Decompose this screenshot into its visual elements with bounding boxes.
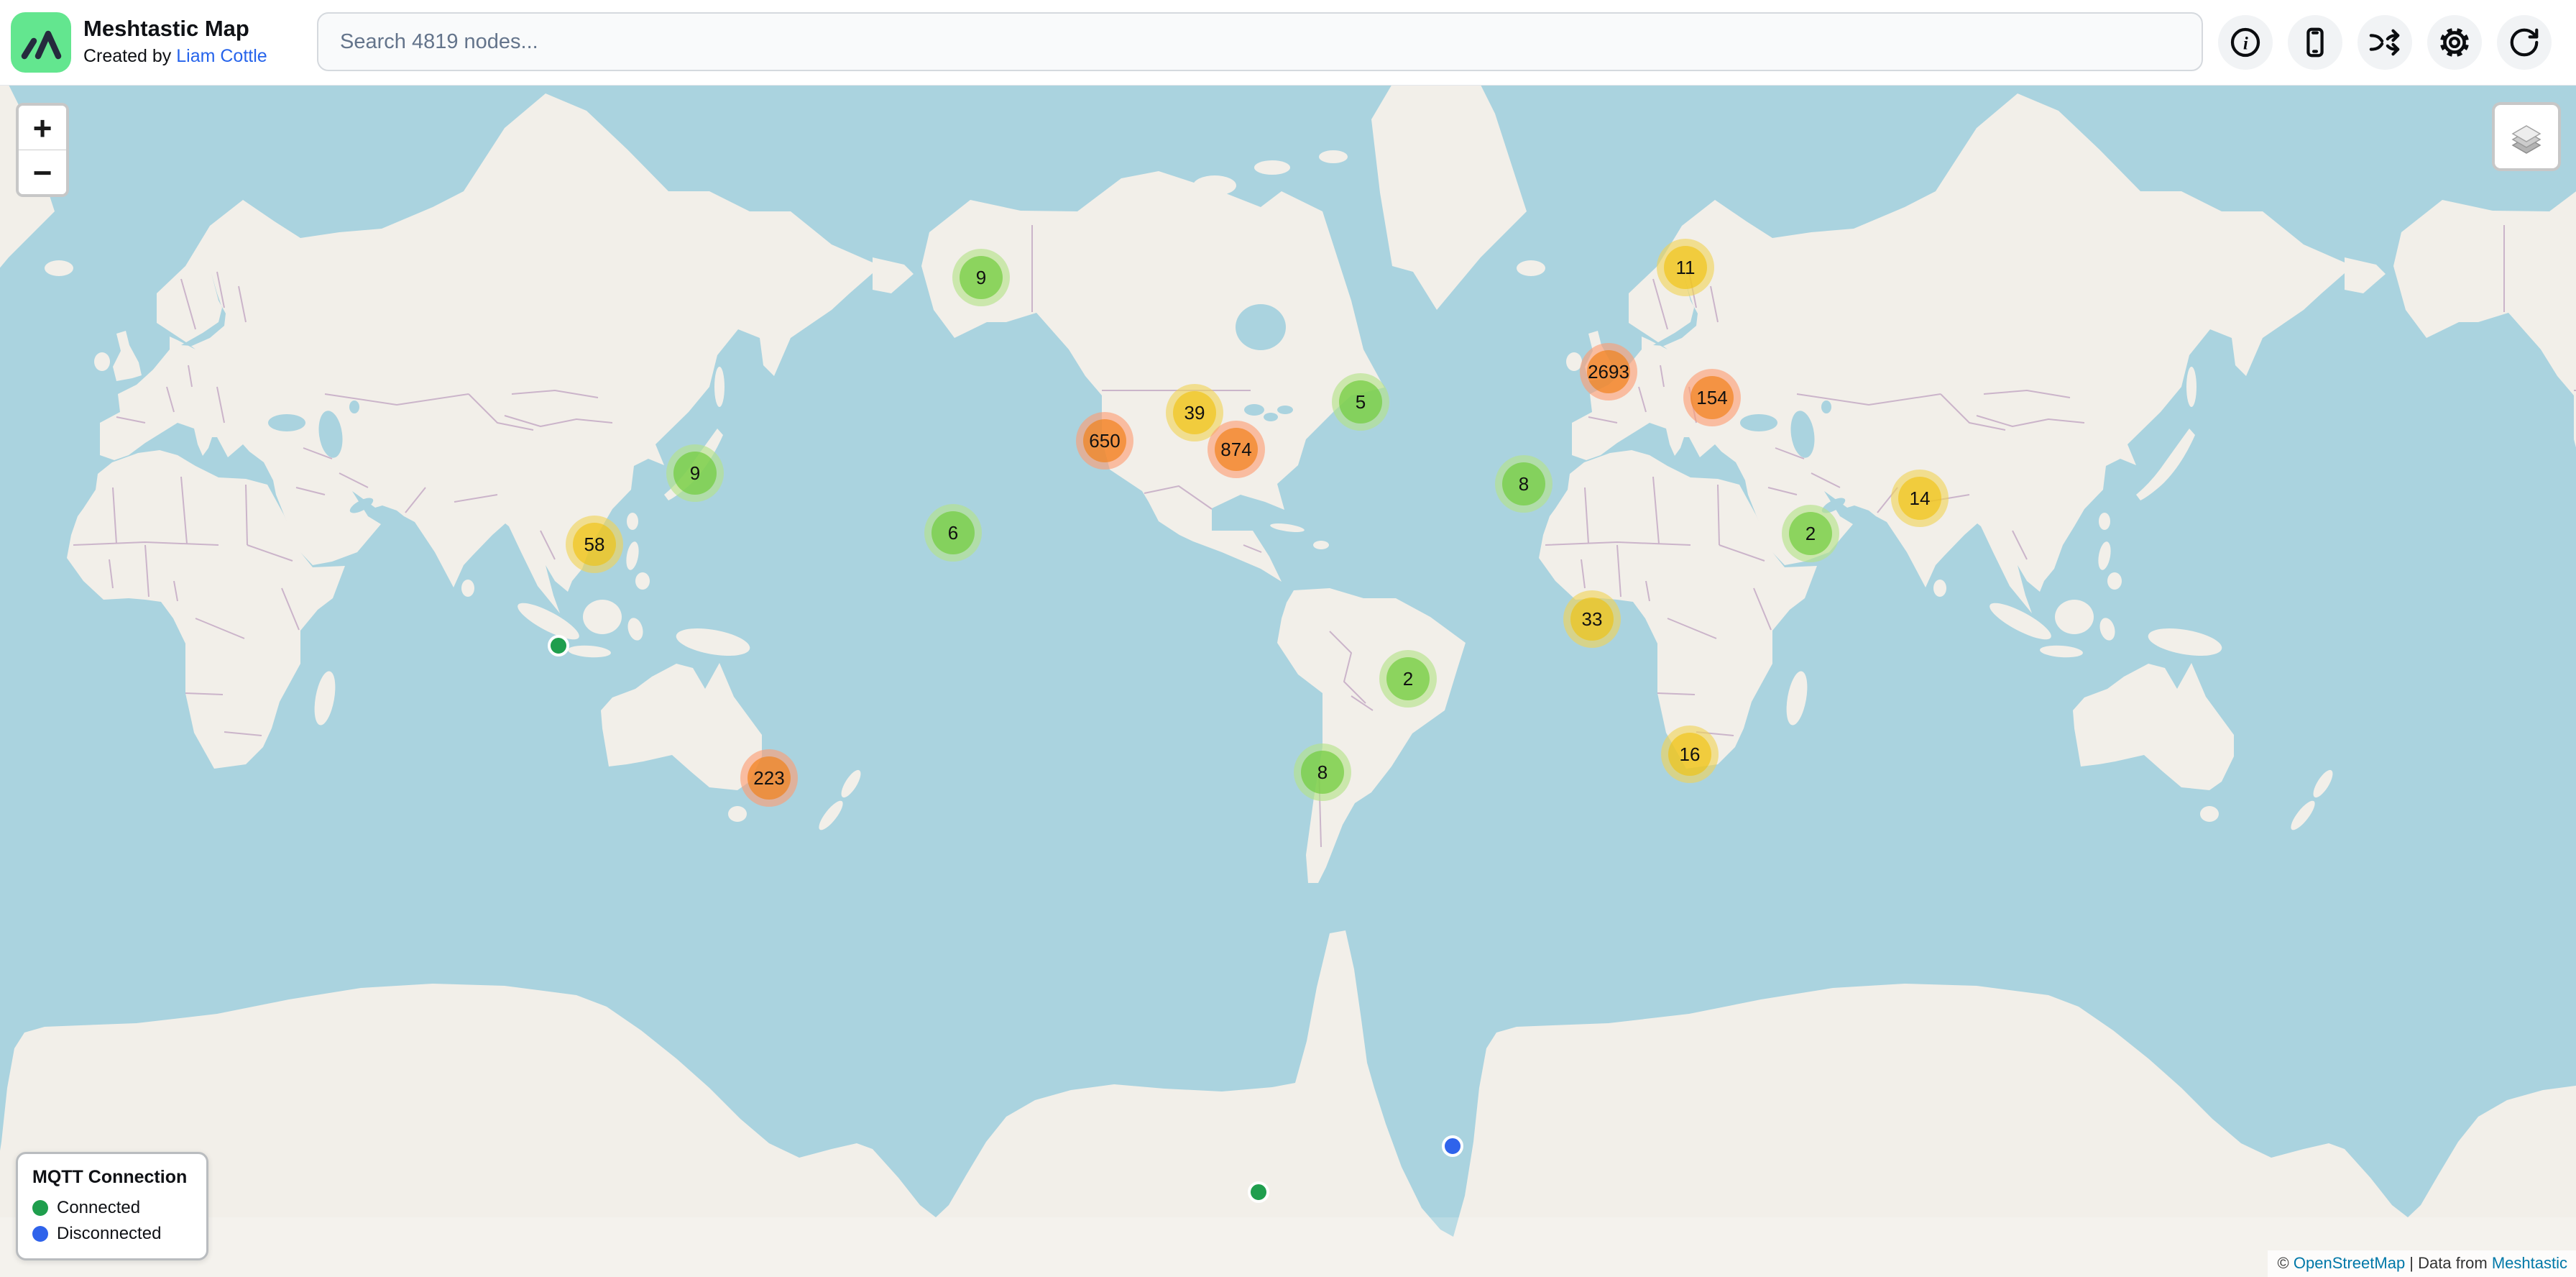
openstreetmap-link[interactable]: OpenStreetMap	[2294, 1254, 2405, 1272]
svg-text:i: i	[2243, 35, 2248, 54]
search-input[interactable]	[317, 12, 2203, 71]
cluster-marker[interactable]: 33	[1563, 590, 1621, 648]
cluster-count: 154	[1690, 376, 1734, 419]
cluster-count: 223	[748, 756, 791, 800]
cluster-count: 58	[573, 523, 616, 566]
node-marker-connected[interactable]	[1248, 1181, 1269, 1203]
random-node-button[interactable]	[2358, 15, 2412, 70]
attribution-separator: |	[2405, 1254, 2418, 1272]
cluster-count: 2693	[1587, 350, 1630, 393]
cluster-marker[interactable]: 5	[1332, 373, 1389, 431]
cluster-marker[interactable]: 2693	[1580, 343, 1637, 401]
zoom-in-button[interactable]: +	[19, 106, 66, 150]
cluster-count: 33	[1570, 598, 1614, 641]
cluster-marker[interactable]: 223	[740, 749, 798, 807]
map-attribution: © OpenStreetMap | Data from Meshtastic	[2268, 1250, 2576, 1277]
meshtastic-logo	[11, 12, 71, 73]
author-link[interactable]: Liam Cottle	[176, 46, 267, 66]
cluster-marker[interactable]: 8	[1294, 743, 1351, 801]
info-icon: i	[2229, 26, 2262, 59]
settings-button[interactable]	[2427, 15, 2482, 70]
cluster-marker[interactable]: 11	[1657, 239, 1714, 296]
mqtt-legend: MQTT Connection Connected Disconnected	[16, 1152, 208, 1260]
meshtastic-link[interactable]: Meshtastic	[2492, 1254, 2567, 1272]
mobile-phone-icon	[2299, 26, 2332, 59]
cluster-count: 11	[1664, 246, 1707, 289]
cluster-marker[interactable]: 16	[1661, 726, 1719, 783]
cluster-count: 650	[1083, 419, 1126, 462]
refresh-icon	[2508, 26, 2541, 59]
mobile-app-button[interactable]	[2288, 15, 2342, 70]
cluster-count: 16	[1668, 733, 1711, 776]
cluster-count: 5	[1339, 380, 1382, 424]
cluster-marker[interactable]: 58	[566, 516, 623, 573]
cluster-marker[interactable]: 8	[1495, 455, 1552, 513]
byline-prefix: Created by	[83, 46, 176, 66]
shuffle-icon	[2368, 26, 2401, 59]
cluster-marker[interactable]: 154	[1683, 369, 1741, 426]
legend-dot-icon	[32, 1226, 48, 1242]
title-block: Meshtastic Map Created by Liam Cottle	[83, 16, 267, 66]
world-map	[0, 85, 2576, 1277]
cluster-count: 2	[1789, 512, 1832, 555]
cluster-marker[interactable]: 874	[1208, 421, 1265, 478]
cluster-count: 9	[960, 256, 1003, 299]
copyright-text: ©	[2278, 1254, 2294, 1272]
legend-item: Connected	[32, 1198, 192, 1218]
info-button[interactable]: i	[2218, 15, 2273, 70]
cluster-marker[interactable]: 6	[924, 504, 982, 562]
cluster-count: 39	[1173, 391, 1216, 434]
cluster-marker[interactable]: 9	[952, 249, 1010, 306]
data-from-text: Data from	[2418, 1254, 2492, 1272]
zoom-control: + −	[16, 103, 69, 197]
cluster-marker[interactable]: 9	[666, 444, 724, 502]
zoom-out-button[interactable]: −	[19, 150, 66, 194]
cluster-count: 2	[1386, 657, 1430, 700]
legend-label: Connected	[57, 1198, 140, 1218]
cluster-marker[interactable]: 2	[1782, 505, 1839, 562]
cluster-count: 8	[1301, 751, 1344, 794]
legend-dot-icon	[32, 1200, 48, 1216]
gear-icon	[2438, 26, 2471, 59]
legend-item: Disconnected	[32, 1224, 192, 1244]
cluster-count: 14	[1898, 477, 1941, 520]
layers-icon	[2506, 116, 2547, 157]
byline: Created by Liam Cottle	[83, 46, 267, 67]
cluster-marker[interactable]: 14	[1891, 470, 1949, 527]
cluster-marker[interactable]: 650	[1076, 412, 1133, 470]
node-marker-disconnected[interactable]	[1442, 1135, 1463, 1157]
meshtastic-logo-icon	[11, 12, 71, 73]
cluster-count: 6	[932, 511, 975, 554]
legend-title: MQTT Connection	[32, 1167, 192, 1188]
cluster-count: 874	[1215, 428, 1258, 471]
refresh-button[interactable]	[2497, 15, 2552, 70]
app-header: Meshtastic Map Created by Liam Cottle i	[0, 0, 2576, 86]
cluster-count: 9	[673, 452, 717, 495]
layers-button[interactable]	[2492, 102, 2561, 171]
cluster-marker[interactable]: 2	[1379, 650, 1437, 708]
node-marker-connected[interactable]	[548, 635, 569, 656]
cluster-count: 8	[1502, 462, 1545, 505]
page-title: Meshtastic Map	[83, 16, 267, 42]
legend-label: Disconnected	[57, 1224, 161, 1244]
map-canvas[interactable]: + − 9 39 650 874 5 2693 154 11 14 8 2 33 16 2 8 223 58 9 6…	[0, 85, 2576, 1277]
